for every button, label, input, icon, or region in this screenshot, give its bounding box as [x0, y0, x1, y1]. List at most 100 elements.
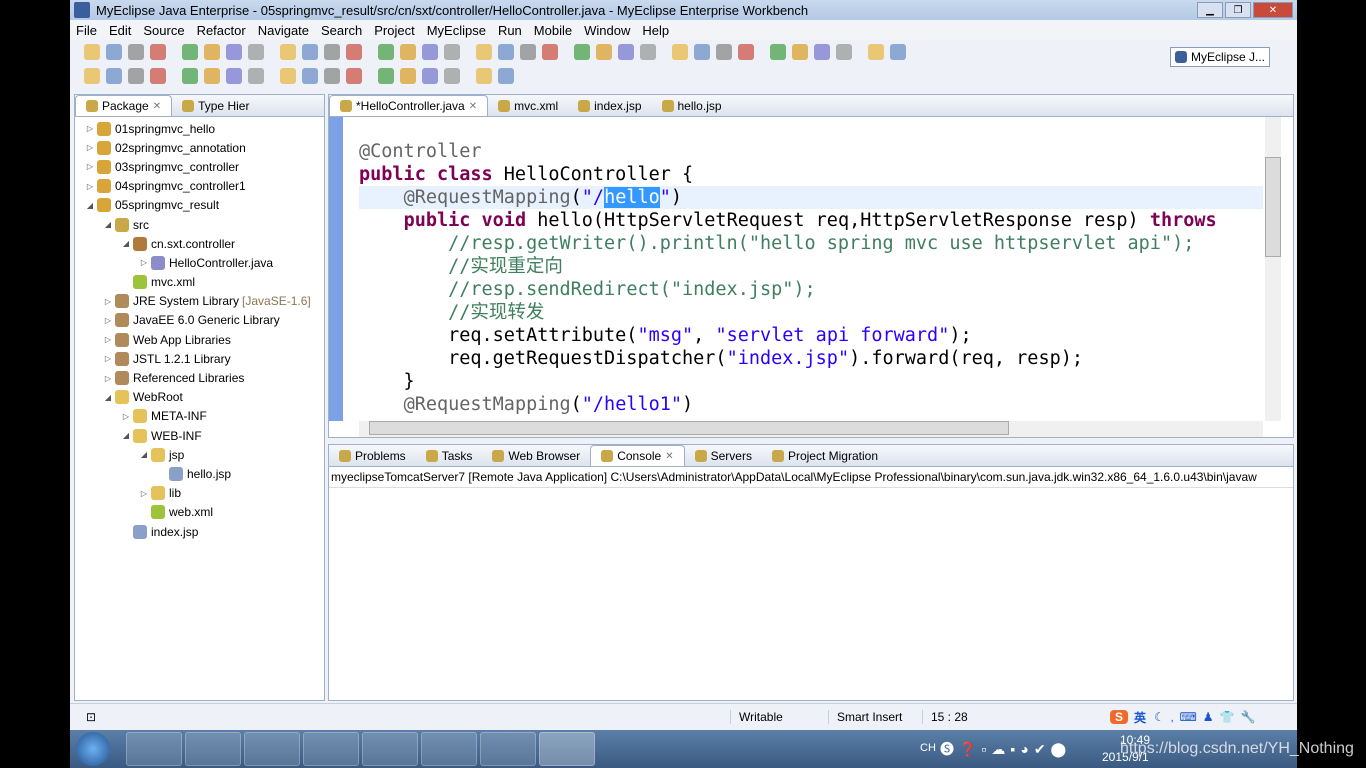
close-tab-icon[interactable]: ✕ [153, 101, 161, 112]
toolbar-button-icon[interactable] [640, 44, 656, 60]
toolbar-button-icon[interactable] [498, 68, 514, 84]
toolbar-button-icon[interactable] [280, 44, 296, 60]
explorer-tab[interactable]: Type Hier [172, 96, 259, 116]
menu-help[interactable]: Help [642, 23, 669, 38]
tree-item[interactable]: ▷ 03springmvc_controller [75, 157, 324, 176]
toolbar-button-icon[interactable] [324, 44, 340, 60]
console-tab[interactable]: Servers [685, 446, 762, 466]
toolbar-button-icon[interactable] [84, 68, 100, 84]
expand-toggle-icon[interactable]: ◢ [103, 393, 113, 402]
editor-tab[interactable]: *HelloController.java ✕ [329, 95, 489, 116]
toolbar-button-icon[interactable] [400, 68, 416, 84]
toolbar-button-icon[interactable] [226, 44, 242, 60]
close-tab-icon[interactable]: ✕ [665, 451, 673, 462]
tree-item[interactable]: ▷ JavaEE 6.0 Generic Library [75, 311, 324, 330]
tree-item[interactable]: ▷ lib [75, 484, 324, 503]
toolbar-button-icon[interactable] [422, 44, 438, 60]
ime-lang[interactable]: 英 [1134, 709, 1146, 726]
taskbar-chrome[interactable] [185, 732, 241, 766]
explorer-tab[interactable]: Package ✕ [75, 95, 173, 116]
tree-item[interactable]: ◢ WebRoot [75, 388, 324, 407]
toolbar-button-icon[interactable] [346, 44, 362, 60]
toolbar-button-icon[interactable] [868, 44, 884, 60]
vertical-scrollbar[interactable] [1265, 117, 1281, 421]
toolbar-button-icon[interactable] [378, 44, 394, 60]
taskbar-app2[interactable] [421, 732, 477, 766]
toolbar-button-icon[interactable] [400, 44, 416, 60]
menu-refactor[interactable]: Refactor [197, 23, 246, 38]
maximize-button[interactable]: ❐ [1225, 2, 1251, 18]
taskbar-ie[interactable] [126, 732, 182, 766]
toolbar-button-icon[interactable] [182, 44, 198, 60]
editor-tab[interactable]: mvc.xml [488, 96, 568, 116]
tree-item[interactable]: ◢ cn.sxt.controller [75, 234, 324, 253]
tree-item[interactable]: ◢ WEB-INF [75, 426, 324, 445]
fast-view-icon[interactable]: ⊡ [70, 710, 730, 724]
toolbar-button-icon[interactable] [378, 68, 394, 84]
console-tab[interactable]: Console ✕ [590, 445, 685, 466]
menu-source[interactable]: Source [143, 23, 184, 38]
toolbar-button-icon[interactable] [792, 44, 808, 60]
expand-toggle-icon[interactable]: ▷ [85, 124, 95, 133]
expand-toggle-icon[interactable]: ▷ [103, 297, 113, 306]
toolbar-button-icon[interactable] [498, 44, 514, 60]
toolbar-button-icon[interactable] [574, 44, 590, 60]
toolbar-button-icon[interactable] [422, 68, 438, 84]
toolbar-button-icon[interactable] [542, 44, 558, 60]
toolbar-button-icon[interactable] [226, 68, 242, 84]
toolbar-button-icon[interactable] [280, 68, 296, 84]
menu-navigate[interactable]: Navigate [258, 23, 309, 38]
console-tab[interactable]: Tasks [416, 446, 483, 466]
tree-item[interactable]: ▷ JSTL 1.2.1 Library [75, 349, 324, 368]
toolbar-button-icon[interactable] [150, 68, 166, 84]
tree-item[interactable]: ▷ 04springmvc_controller1 [75, 177, 324, 196]
taskbar-myeclipse[interactable] [539, 732, 595, 766]
menu-project[interactable]: Project [374, 23, 414, 38]
toolbar-button-icon[interactable] [444, 68, 460, 84]
toolbar-button-icon[interactable] [672, 44, 688, 60]
toolbar-button-icon[interactable] [814, 44, 830, 60]
expand-toggle-icon[interactable]: ◢ [139, 450, 149, 459]
tree-item[interactable]: ◢ 05springmvc_result [75, 196, 324, 215]
toolbar-button-icon[interactable] [106, 68, 122, 84]
menu-myeclipse[interactable]: MyEclipse [427, 23, 486, 38]
toolbar-button-icon[interactable] [150, 44, 166, 60]
toolbar-button-icon[interactable] [204, 44, 220, 60]
toolbar-button-icon[interactable] [302, 44, 318, 60]
tree-item[interactable]: ◢ src [75, 215, 324, 234]
menu-file[interactable]: File [76, 23, 97, 38]
tree-item[interactable]: ▷ JRE System Library [JavaSE-1.6] [75, 292, 324, 311]
tree-item[interactable]: ▷ HelloController.java [75, 253, 324, 272]
expand-toggle-icon[interactable]: ▷ [121, 412, 131, 421]
tree-item[interactable]: ◢ jsp [75, 445, 324, 464]
toolbar-button-icon[interactable] [476, 44, 492, 60]
toolbar-button-icon[interactable] [618, 44, 634, 60]
close-tab-icon[interactable]: ✕ [469, 101, 477, 112]
expand-toggle-icon[interactable]: ◢ [85, 201, 95, 210]
tray-icons[interactable]: 🅢❓▫☁▪◕✔⬤ [940, 739, 1071, 759]
sogou-ime-icon[interactable]: S [1110, 710, 1129, 724]
console-tab[interactable]: Project Migration [762, 446, 888, 466]
console-tab[interactable]: Web Browser [482, 446, 590, 466]
expand-toggle-icon[interactable]: ▷ [103, 316, 113, 325]
toolbar-button-icon[interactable] [128, 68, 144, 84]
perspective-button[interactable]: MyEclipse J... [1170, 47, 1270, 67]
toolbar-button-icon[interactable] [520, 44, 536, 60]
toolbar-button-icon[interactable] [182, 68, 198, 84]
minimize-button[interactable]: ▁ [1197, 2, 1223, 18]
expand-toggle-icon[interactable]: ▷ [103, 374, 113, 383]
close-button[interactable]: ✕ [1253, 2, 1293, 18]
editor-tab[interactable]: hello.jsp [652, 96, 732, 116]
toolbar-button-icon[interactable] [346, 68, 362, 84]
tray-lang[interactable]: CH [920, 742, 936, 754]
toolbar-button-icon[interactable] [248, 44, 264, 60]
toolbar-button-icon[interactable] [248, 68, 264, 84]
toolbar-button-icon[interactable] [596, 44, 612, 60]
expand-toggle-icon[interactable]: ▷ [139, 489, 149, 498]
toolbar-button-icon[interactable] [890, 44, 906, 60]
tree-item[interactable]: index.jsp [75, 522, 324, 541]
menu-edit[interactable]: Edit [109, 23, 131, 38]
toolbar-button-icon[interactable] [302, 68, 318, 84]
expand-toggle-icon[interactable]: ▷ [85, 182, 95, 191]
editor-tab[interactable]: index.jsp [568, 96, 651, 116]
